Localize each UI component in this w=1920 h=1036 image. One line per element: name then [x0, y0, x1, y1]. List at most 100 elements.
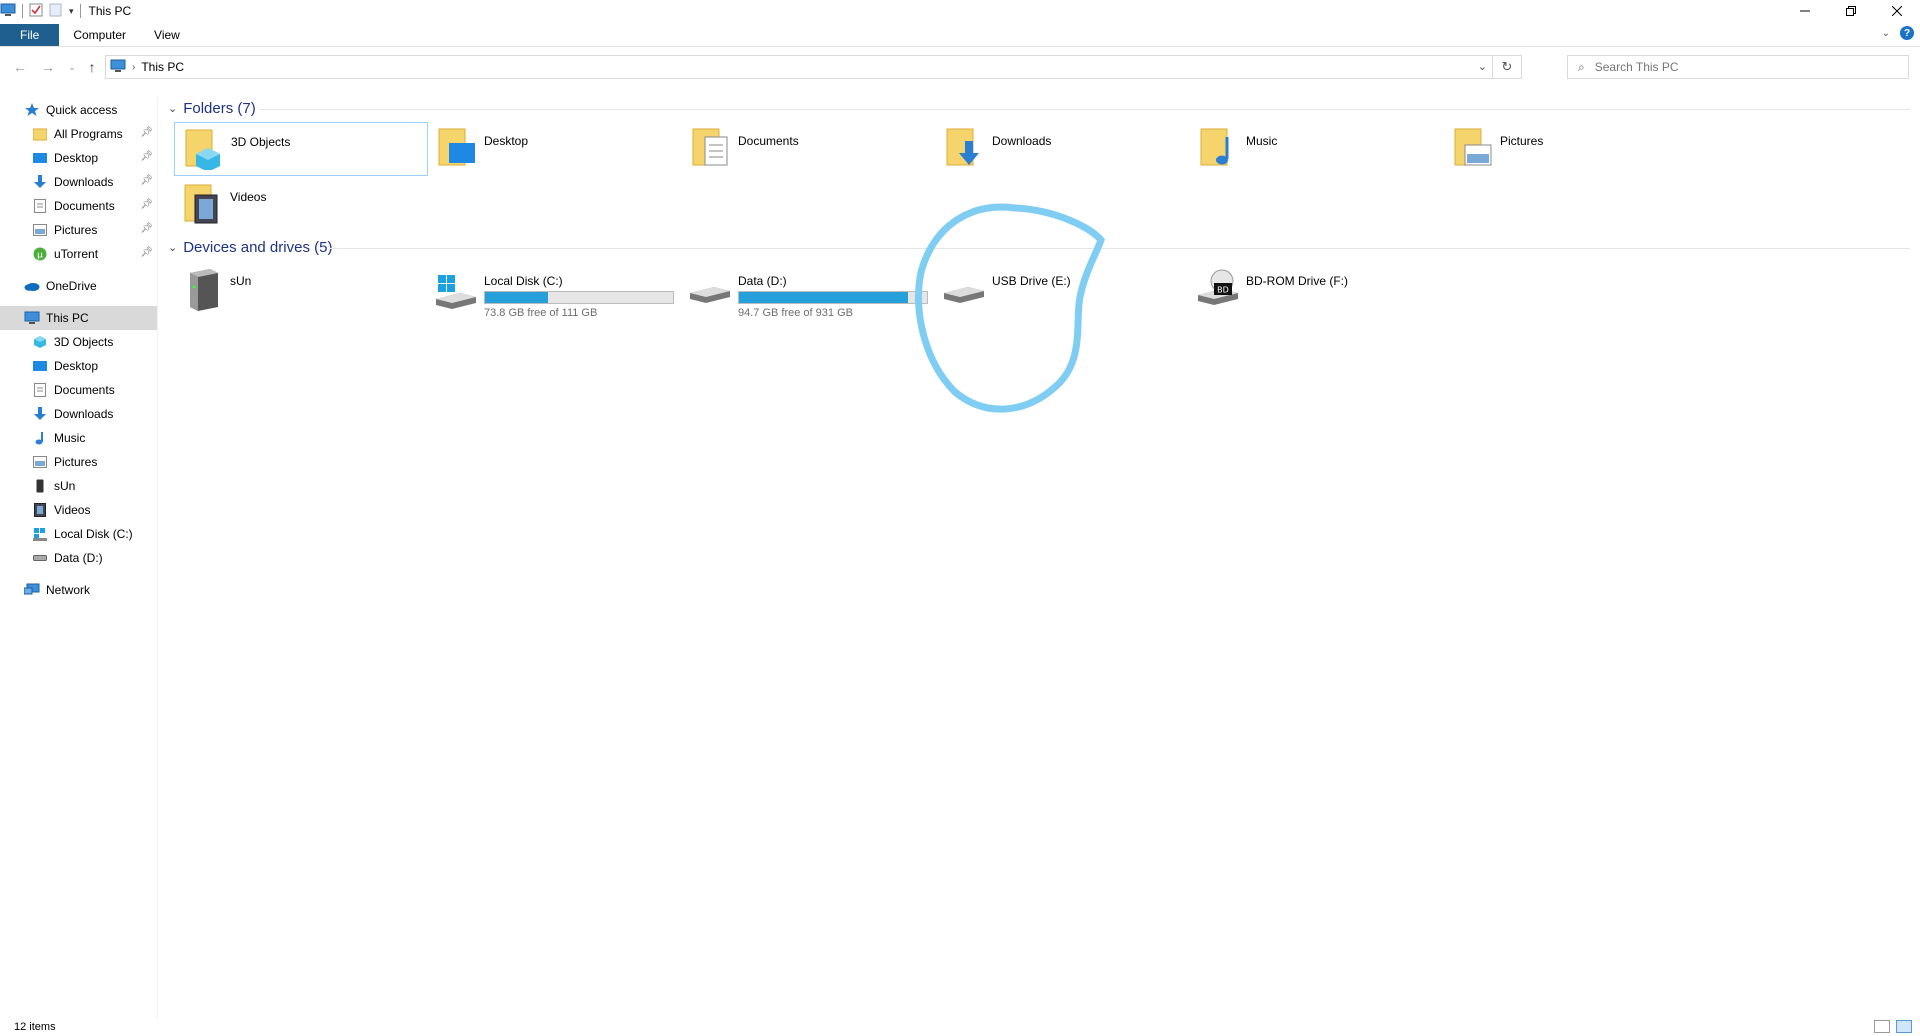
nav-item-desktop-pinned[interactable]: Desktop 📌︎ [0, 146, 157, 170]
nav-item-documents[interactable]: Documents [0, 378, 157, 402]
annotation-stroke [915, 203, 1105, 413]
help-icon[interactable]: ? [1900, 26, 1914, 40]
nav-item-documents-pinned[interactable]: Documents 📌︎ [0, 194, 157, 218]
folder-3d-objects[interactable]: 3D Objects [174, 122, 428, 176]
breadcrumb-this-pc[interactable]: This PC [141, 60, 184, 74]
pin-icon[interactable]: 📌︎ [140, 247, 153, 258]
restore-button[interactable] [1828, 0, 1874, 22]
pin-icon[interactable]: 📌︎ [140, 151, 153, 162]
nav-label: uTorrent [54, 247, 99, 261]
pin-icon[interactable]: 📌︎ [140, 127, 153, 138]
network-icon [24, 582, 40, 598]
expand-ribbon-icon[interactable]: ⌄ [1882, 28, 1890, 39]
group-divider [330, 248, 1910, 249]
customize-toolbar-icon[interactable]: ▾ [69, 6, 74, 17]
address-dropdown-icon[interactable]: ⌄ [1478, 60, 1487, 73]
nav-item-pictures[interactable]: Pictures [0, 450, 157, 474]
tab-computer[interactable]: Computer [59, 24, 140, 46]
tab-file[interactable]: File [0, 24, 60, 46]
forward-button[interactable]: → [38, 58, 58, 76]
star-icon [24, 102, 40, 118]
drive-sun[interactable]: sUn [174, 262, 424, 312]
large-icons-view-icon[interactable] [1896, 1020, 1912, 1033]
group-divider [260, 109, 1910, 110]
nav-network[interactable]: Network [0, 578, 157, 602]
nav-label: Desktop [54, 151, 99, 165]
folder-music[interactable]: Music [1190, 122, 1442, 174]
nav-item-3d-objects[interactable]: 3D Objects [0, 330, 157, 354]
recent-locations-button[interactable]: ⌄ [62, 58, 82, 76]
folder-downloads[interactable]: Downloads [936, 122, 1188, 174]
folder-documents[interactable]: Documents [682, 122, 934, 174]
nav-item-sun-device[interactable]: sUn [0, 474, 157, 498]
nav-item-pictures-pinned[interactable]: Pictures 📌︎ [0, 218, 157, 242]
drive-info: Local Disk (C:) 73.8 GB free of 111 GB [484, 274, 674, 319]
drive-usage-fill [739, 292, 908, 303]
breadcrumb-chevron-icon[interactable]: › [132, 62, 135, 73]
new-folder-icon[interactable] [49, 3, 63, 20]
separator [79, 4, 81, 18]
nav-label: Quick access [46, 103, 118, 117]
drive-usage-fill [485, 292, 548, 303]
bd-badge: BD [1217, 286, 1229, 295]
nav-label: Documents [54, 383, 115, 397]
folder-desktop[interactable]: Desktop [428, 122, 680, 174]
minimize-button[interactable] [1782, 0, 1828, 22]
nav-label: sUn [54, 479, 76, 493]
drive-local-disk-c[interactable]: Local Disk (C:) 73.8 GB free of 111 GB [428, 262, 678, 319]
drives-group-header[interactable]: ⌄ Devices and drives (5) [168, 237, 332, 257]
folder-label: Pictures [1500, 134, 1544, 148]
nav-item-music[interactable]: Music [0, 426, 157, 450]
nav-label: Downloads [54, 407, 114, 421]
drive-bd-rom-f[interactable]: BD BD-ROM Drive (F:) [1190, 262, 1440, 312]
pin-icon[interactable]: 📌︎ [140, 199, 153, 210]
nav-label: Local Disk (C:) [54, 527, 133, 541]
refresh-icon[interactable]: ↻ [1492, 56, 1521, 78]
nav-item-utorrent[interactable]: µ uTorrent 📌︎ [0, 242, 157, 266]
nav-onedrive[interactable]: OneDrive [0, 274, 157, 298]
search-input[interactable] [1592, 59, 1887, 75]
drive-icon [32, 550, 48, 566]
details-view-icon[interactable] [1874, 1020, 1890, 1033]
folder-pictures[interactable]: Pictures [1444, 122, 1696, 174]
window-title: This PC [88, 4, 132, 18]
folder-label: Music [1246, 134, 1278, 148]
nav-item-all-programs[interactable]: All Programs 📌︎ [0, 122, 157, 146]
nav-item-desktop[interactable]: Desktop [0, 354, 157, 378]
nav-item-videos[interactable]: Videos [0, 498, 157, 522]
nav-label: Videos [54, 503, 91, 517]
nav-item-downloads-pinned[interactable]: Downloads 📌︎ [0, 170, 157, 194]
search-box[interactable]: ⌕ [1567, 55, 1909, 79]
view-switcher [1874, 1020, 1912, 1033]
nav-this-pc[interactable]: This PC [0, 306, 157, 330]
back-button[interactable]: ← [10, 58, 30, 76]
properties-icon[interactable] [29, 3, 43, 20]
windows-drive-icon [32, 526, 48, 542]
pin-icon[interactable]: 📌︎ [140, 175, 153, 186]
phone-device-icon [180, 266, 224, 312]
collapse-chevron-icon[interactable]: ⌄ [168, 241, 177, 254]
tab-view[interactable]: View [140, 24, 194, 46]
folder-icon [32, 126, 48, 142]
address-field[interactable]: › This PC ⌄ ↻ [105, 55, 1522, 79]
drive-data-d[interactable]: Data (D:) 94.7 GB free of 931 GB [682, 262, 932, 319]
windows-drive-icon [434, 266, 478, 312]
desktop-folder-icon [436, 124, 478, 170]
folders-group-header[interactable]: ⌄ Folders (7) [168, 98, 256, 118]
music-folder-icon [1198, 124, 1240, 170]
nav-item-local-disk-c[interactable]: Local Disk (C:) [0, 522, 157, 546]
nav-label: All Programs [54, 127, 123, 141]
pin-icon[interactable]: 📌︎ [140, 223, 153, 234]
bd-rom-drive-icon: BD [1196, 266, 1240, 312]
nav-label: Documents [54, 199, 115, 213]
folder-videos[interactable]: Videos [174, 178, 426, 230]
nav-item-data-d[interactable]: Data (D:) [0, 546, 157, 570]
collapse-chevron-icon[interactable]: ⌄ [168, 102, 177, 115]
nav-item-downloads[interactable]: Downloads [0, 402, 157, 426]
close-button[interactable] [1874, 0, 1920, 22]
nav-quick-access[interactable]: Quick access [0, 98, 157, 122]
drive-name: BD-ROM Drive (F:) [1246, 274, 1348, 288]
up-button[interactable]: ↑ [82, 58, 102, 76]
group-title: Folders (7) [183, 99, 256, 117]
